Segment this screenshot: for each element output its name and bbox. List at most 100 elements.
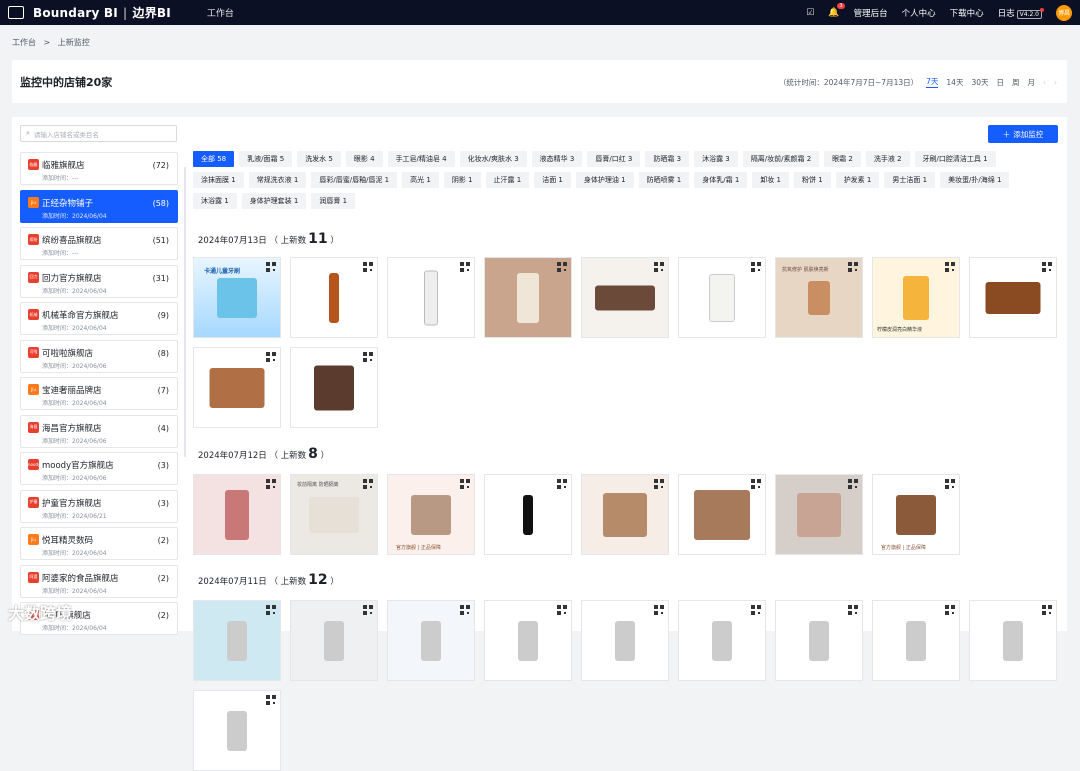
product-thumbnail[interactable]: 卡通儿童牙刷 [193,257,281,338]
product-thumbnail[interactable]: 抗氧修护 肌肤焕亮新 [775,257,863,338]
category-tag[interactable]: 唇膏/口红 3 [587,151,641,167]
product-thumbnail[interactable]: 妆前隔离 防晒隔离 [290,474,378,555]
qr-code-icon[interactable] [266,479,276,489]
store-item[interactable]: Jiu 正经杂物铺子 添加时间：2024/06/04 (58) [20,189,178,223]
qr-code-icon[interactable] [363,352,373,362]
category-tag[interactable]: 洗发水 5 [297,151,341,167]
range-week[interactable]: 周 [1012,77,1020,88]
qr-code-icon[interactable] [266,695,276,705]
category-tag[interactable]: 乳液/面霜 5 [239,151,293,167]
category-tag[interactable]: 高光 1 [402,172,439,188]
qr-code-icon[interactable] [848,262,858,272]
brand-name[interactable]: Boundary BI | 边界BI [33,4,171,21]
qr-code-icon[interactable] [945,605,955,615]
range-day[interactable]: 日 [997,77,1005,88]
category-tag[interactable]: 全部 58 [193,151,235,167]
product-thumbnail[interactable] [484,257,572,338]
product-thumbnail[interactable] [387,600,475,681]
product-thumbnail[interactable] [775,474,863,555]
product-thumbnail[interactable] [678,257,766,338]
product-thumbnail[interactable] [872,600,960,681]
product-thumbnail[interactable] [775,600,863,681]
category-tag[interactable]: 液态精华 3 [531,151,583,167]
store-item[interactable]: 护童 护童官方旗舰店 添加时间：2024/06/21 (3) [20,489,178,523]
product-thumbnail[interactable] [484,600,572,681]
product-thumbnail[interactable] [193,474,281,555]
qr-code-icon[interactable] [654,262,664,272]
product-thumbnail[interactable] [484,474,572,555]
store-item[interactable]: 海昌 海昌官方旗舰店 添加时间：2024/06/06 (4) [20,414,178,448]
prev-arrow-icon[interactable]: ‹ [1043,78,1046,87]
category-tag[interactable]: 美妆蛋/扑/海绵 1 [940,172,1010,188]
product-thumbnail[interactable] [678,600,766,681]
store-item[interactable]: 阿婆 阿婆家的食品旗舰店 添加时间：2024/06/04 (2) [20,564,178,598]
category-tag[interactable]: 男士洁面 1 [884,172,936,188]
qr-code-icon[interactable] [557,605,567,615]
product-thumbnail[interactable] [290,347,378,428]
category-tag[interactable]: 防晒喷雾 1 [638,172,690,188]
product-thumbnail[interactable] [581,600,669,681]
product-thumbnail[interactable] [581,474,669,555]
category-tag[interactable]: 止汗露 1 [485,172,530,188]
qr-code-icon[interactable] [557,479,567,489]
category-tag[interactable]: 唇彩/唇蜜/唇釉/唇泥 1 [311,172,398,188]
product-thumbnail[interactable] [193,347,281,428]
qr-code-icon[interactable] [460,479,470,489]
qr-code-icon[interactable] [1042,605,1052,615]
category-tag[interactable]: 化妆水/爽肤水 3 [459,151,527,167]
qr-code-icon[interactable] [945,262,955,272]
qr-code-icon[interactable] [1042,262,1052,272]
product-thumbnail[interactable]: 柠檬皮润亮白精华液 [872,257,960,338]
next-arrow-icon[interactable]: › [1054,78,1057,87]
range-30d[interactable]: 30天 [971,77,988,88]
category-tag[interactable]: 眼影 4 [345,151,383,167]
qr-code-icon[interactable] [266,352,276,362]
category-tag[interactable]: 隔离/妆前/素颜霜 2 [742,151,820,167]
category-tag[interactable]: 洗手液 2 [865,151,910,167]
qr-code-icon[interactable] [751,262,761,272]
avatar[interactable]: 博昌 [1056,4,1072,21]
category-tag[interactable]: 防晒霜 3 [645,151,690,167]
qr-code-icon[interactable] [363,605,373,615]
breadcrumb-home[interactable]: 工作台 [12,38,36,47]
store-item[interactable]: 临雅 临雅旗舰店 添加时间：--- (72) [20,152,178,185]
category-tag[interactable]: 涂抹面膜 1 [193,172,244,188]
search-input[interactable]: ⌕ 请输入店铺名或类目名 [20,125,177,142]
product-thumbnail[interactable] [387,257,475,338]
qr-code-icon[interactable] [460,262,470,272]
product-thumbnail[interactable] [678,474,766,555]
product-thumbnail[interactable] [193,690,281,771]
category-tag[interactable]: 阴影 1 [443,172,481,188]
qr-code-icon[interactable] [654,605,664,615]
range-7d[interactable]: 7天 [926,76,939,88]
store-item[interactable]: Jiu 宝迪奢丽品牌店 添加时间：2024/06/04 (7) [20,377,178,410]
qr-code-icon[interactable] [363,262,373,272]
product-thumbnail[interactable] [969,257,1057,338]
category-tag[interactable]: 常规洗衣液 1 [248,172,307,188]
store-item[interactable]: 回力 回力官方旗舰店 添加时间：2024/06/04 (31) [20,264,178,298]
product-thumbnail[interactable] [193,600,281,681]
category-tag[interactable]: 眼霜 2 [824,151,861,167]
qr-code-icon[interactable] [266,262,276,272]
category-tag[interactable]: 身体乳/霜 1 [694,172,748,188]
qr-code-icon[interactable] [848,605,858,615]
store-item[interactable]: 机械 机械革命官方旗舰店 添加时间：2024/06/04 (9) [20,302,178,335]
category-tag[interactable]: 牙刷/口腔清洁工具 1 [914,151,996,167]
qr-code-icon[interactable] [751,479,761,489]
product-thumbnail[interactable] [290,257,378,338]
store-item[interactable]: 缤纷 缤纷喜品旗舰店 添加时间：--- (51) [20,227,178,260]
add-monitor-button[interactable]: ＋ 添加监控 [988,125,1058,143]
log-link[interactable]: 日志 V4.2.0 [998,7,1044,19]
store-item[interactable]: moody moody官方旗舰店 添加时间：2024/06/06 (3) [20,452,178,485]
product-thumbnail[interactable]: 官方旗舰 | 正品保障 [387,474,475,555]
qr-code-icon[interactable] [557,262,567,272]
qr-code-icon[interactable] [848,479,858,489]
store-item[interactable]: Jiu 悦耳精灵数码 添加时间：2024/06/04 (2) [20,527,178,560]
profile-link[interactable]: 个人中心 [902,7,936,19]
category-tag[interactable]: 粉饼 1 [794,172,831,188]
download-link[interactable]: 下载中心 [950,7,984,19]
category-tag[interactable]: 润唇膏 1 [311,193,356,209]
qr-code-icon[interactable] [751,605,761,615]
nav-workbench[interactable]: 工作台 [207,6,234,19]
qr-code-icon[interactable] [945,479,955,489]
